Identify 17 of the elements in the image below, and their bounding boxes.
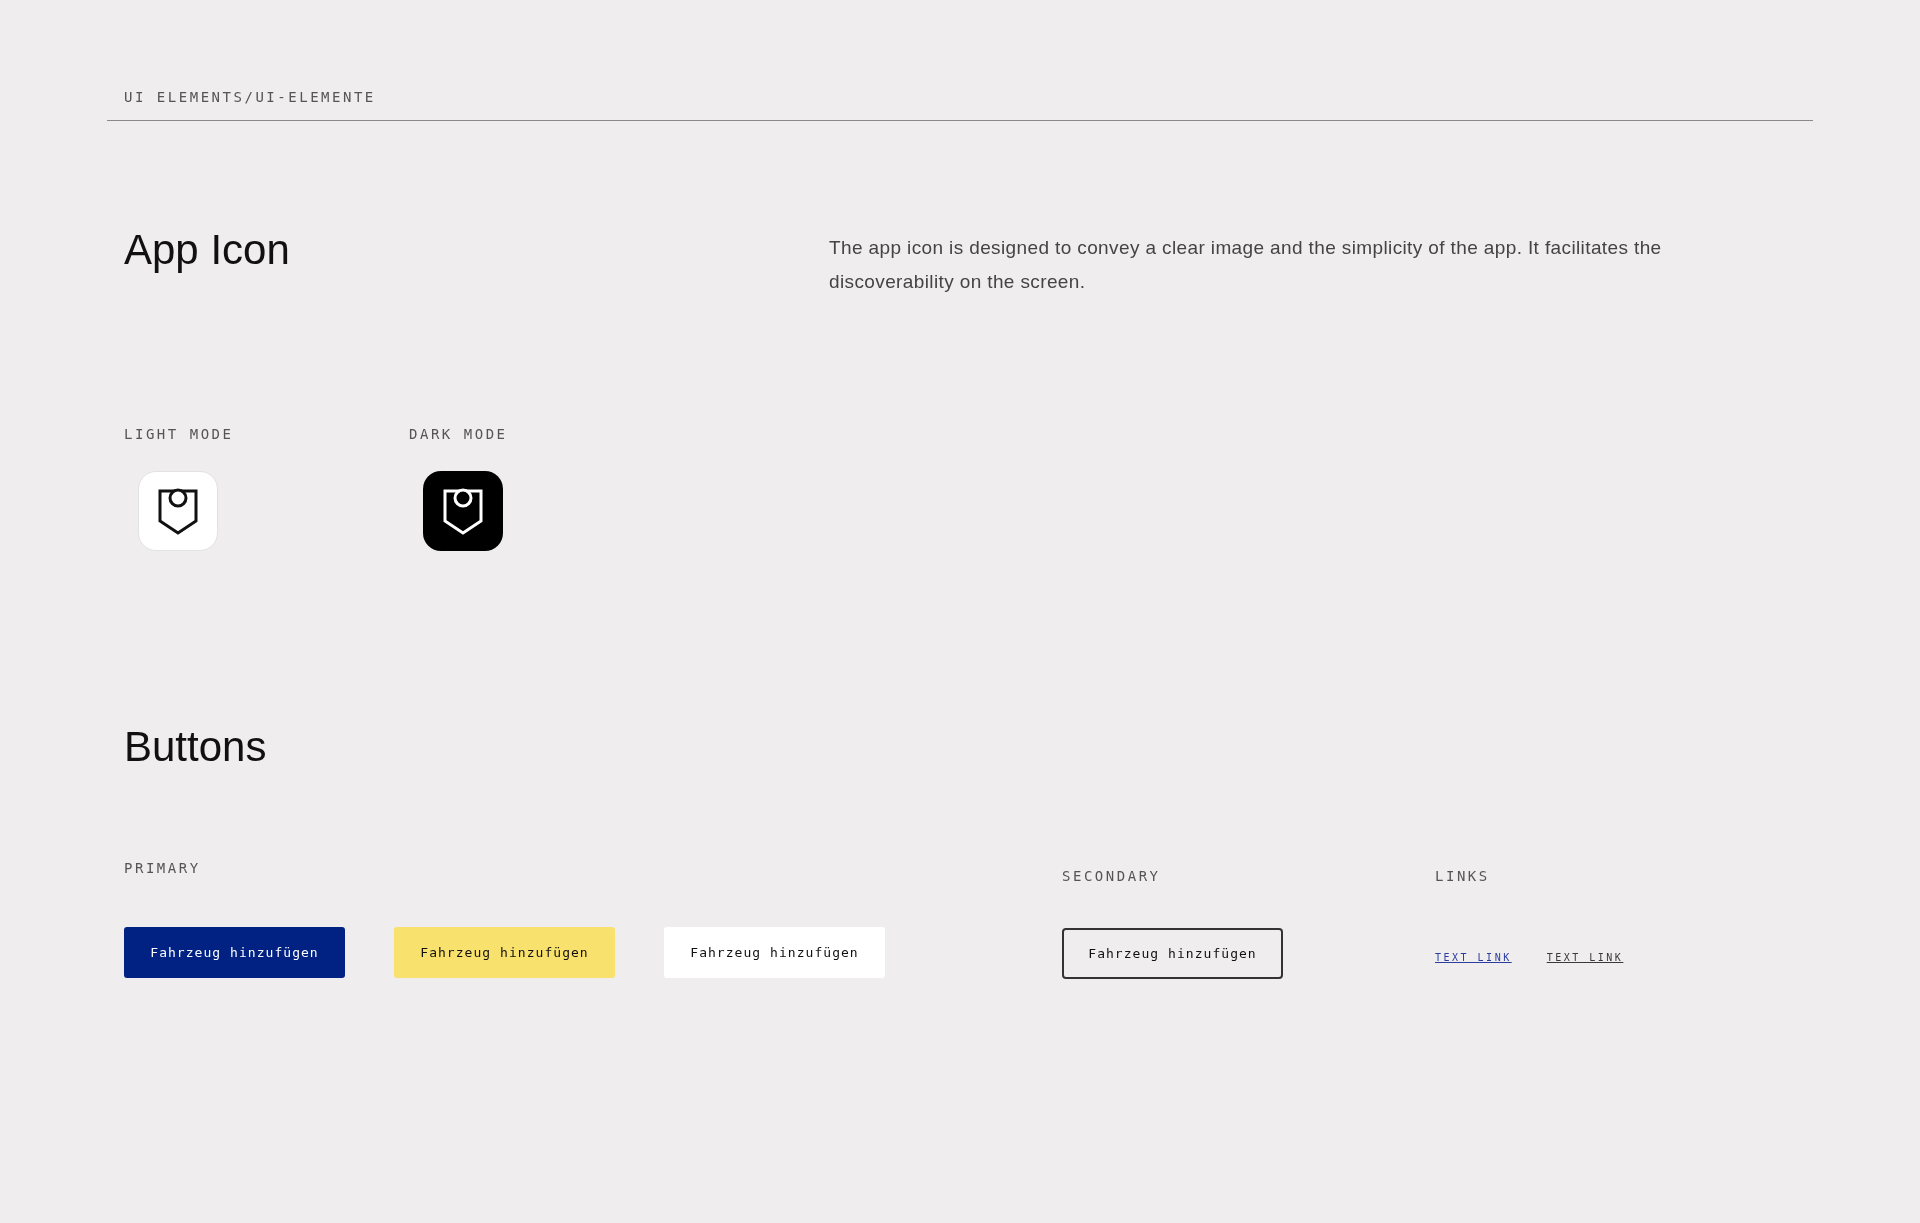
text-link[interactable]: TEXT LINK [1435,950,1512,965]
mode-label: LIGHT MODE [124,425,235,444]
add-vehicle-button[interactable]: Fahrzeug hinzufügen [1062,928,1283,979]
group-label: PRIMARY [124,859,202,878]
app-icon [138,471,218,551]
add-vehicle-button[interactable]: Fahrzeug hinzufügen [124,927,345,978]
text-link[interactable]: TEXT LINK [1546,950,1624,965]
app-icon [423,471,503,551]
page-header: UI ELEMENTS/UI-ELEMENTE [124,88,377,107]
section-title: Buttons [124,726,268,768]
add-vehicle-button[interactable]: Fahrzeug hinzufügen [394,927,615,978]
mode-label: DARK MODE [409,425,509,444]
group-label: LINKS [1435,867,1491,886]
description-text: The app icon is designed to convey a clear image and the simplicity of the app. It facilitates the discoverability on the screen. [829,236,1663,294]
add-vehicle-button[interactable]: Fahrzeug hinzufügen [664,927,885,978]
section-title: App Icon [124,229,291,275]
group-label: SECONDARY [1062,867,1162,886]
